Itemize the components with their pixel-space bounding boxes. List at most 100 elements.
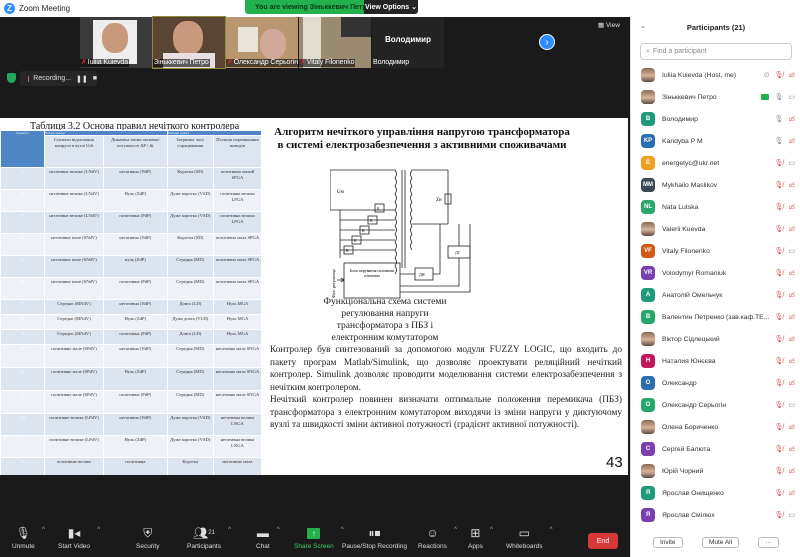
security-button[interactable]: ⛨ Security (136, 523, 159, 551)
table-row: 9 Середнє (MNdV) позитивна (PdP) Довга (LD)… (0, 329, 263, 346)
recording-indicator: Recording... ❚❚ ■ (20, 71, 97, 86)
mic-muted-icon[interactable]: 🎙︎̸ (774, 247, 783, 255)
table-row: 8 Середнє (MNdV) Нуль (ZdP) Дуже довга (VLD… (0, 314, 263, 331)
mic-muted-icon[interactable]: 🎙︎̸ (774, 401, 783, 409)
mic-muted-icon[interactable]: 🎙︎̸ (774, 71, 783, 79)
mic-muted-icon[interactable]: 🎙︎̸ (774, 181, 783, 189)
mic-muted-icon: ✗ (227, 59, 233, 66)
caret-up-icon[interactable]: ^ (454, 527, 457, 533)
participant-name: Сергей Балюта (662, 445, 711, 453)
invite-button[interactable]: Invite (653, 537, 683, 548)
participant-row[interactable]: А Анатолій Омельчук 🎙︎̸ ▭̸ (631, 284, 800, 306)
whiteboards-button[interactable]: ▭ Whiteboards ^ (506, 523, 553, 550)
caret-up-icon[interactable]: ^ (277, 527, 280, 533)
mic-muted-icon[interactable]: 🎙︎̸ (774, 489, 783, 497)
more-options-button[interactable]: ··· (758, 537, 779, 548)
mic-muted-icon[interactable]: 🎙︎̸ (774, 159, 783, 167)
participant-row[interactable]: MM Mykhailo Maslikov 🎙︎̸ ▭̸ (631, 174, 800, 196)
header-cell: Позиція перемикання виводів (212, 135, 263, 169)
table-cell: позитивна мала SPGA (212, 255, 263, 279)
caret-up-icon[interactable]: ^ (97, 527, 100, 533)
participant-row[interactable]: О Олександр Серьогін 🎙︎̸ ▭ (631, 394, 800, 416)
video-tile[interactable]: ✗Олександр Серьогін (226, 17, 299, 68)
chat-button[interactable]: ▬ Chat ^ (256, 523, 280, 550)
end-meeting-button[interactable]: End (588, 533, 618, 549)
mic-muted-icon[interactable]: 🎙︎̸ (774, 313, 783, 321)
participant-row[interactable]: VR Volodymyr Romaniuk 🎙︎̸ ▭̸ (631, 262, 800, 284)
video-icon: ▭ (788, 512, 795, 519)
participant-row[interactable]: В Володимир 🎙︎ ▭̸ (631, 108, 800, 130)
participant-row[interactable]: Н Наталия Юнєєва 🎙︎̸ ▭̸ (631, 350, 800, 372)
start-video-button[interactable]: ▮◂ Start Video ^ (58, 523, 100, 550)
mute-all-button[interactable]: Mute All (701, 537, 740, 548)
table-cell: позитивна (PdP) (103, 329, 168, 346)
participant-row[interactable]: Зіньккевич Петро 🎙︎ ▭ (631, 86, 800, 108)
video-tile[interactable]: ✗Vitaly Filonenko (299, 17, 371, 68)
table-cell: Нуль MGA (212, 299, 263, 316)
mic-muted-icon[interactable]: 🎙︎̸ (774, 379, 783, 387)
avatar: В (641, 310, 655, 324)
participant-row[interactable]: В Валентин Петренко (зав.каф.ТЕ... 🎙︎̸ ▭̸ (631, 306, 800, 328)
participant-row[interactable]: О Олександр 🎙︎̸ ▭̸ (631, 372, 800, 394)
mic-icon[interactable]: 🎙︎ (774, 93, 783, 101)
participant-row[interactable]: VF Vitaly Filonenko 🎙︎̸ ▭ (631, 240, 800, 262)
table-cell: негативне мале (SNdV) (43, 277, 105, 301)
grid-icon: ▦ (598, 22, 606, 29)
video-tile[interactable]: Володимир Володимир (372, 17, 444, 68)
caret-up-icon[interactable]: ^ (550, 527, 553, 533)
view-options-button[interactable]: View Options ⌄ (364, 0, 418, 14)
whiteboard-icon: ▭ (518, 526, 530, 540)
video-off-icon: ▭̸ (788, 292, 795, 299)
ds-label: ДС (455, 250, 461, 255)
video-tile[interactable]: Зіньккевич Петро (152, 16, 226, 69)
table-cell: 7 (0, 299, 45, 316)
table-cell: Середня (MD) (166, 277, 214, 301)
mic-muted-icon[interactable]: 🎙︎̸ (774, 423, 783, 431)
avatar: VR (641, 266, 655, 280)
pause-recording-icon[interactable]: ❚❚ (76, 75, 88, 83)
participant-row[interactable]: Я Ярослав Смілюх 🎙︎̸ ▭ (631, 504, 800, 526)
participant-row[interactable]: NL Nata Lutska 🎙︎̸ ▭̸ (631, 196, 800, 218)
mic-muted-icon[interactable]: 🎙︎̸ (774, 291, 783, 299)
reactions-button[interactable]: ☺ Reactions ^ (418, 523, 457, 550)
mic-muted-icon[interactable]: 🎙︎̸ (774, 203, 783, 211)
mic-muted-icon[interactable]: 🎙︎̸ (774, 445, 783, 453)
caret-up-icon[interactable]: ^ (228, 527, 231, 533)
mic-muted-icon[interactable]: 🎙︎̸ (774, 357, 783, 365)
participant-row[interactable]: Юрій Чорний 🎙︎̸ ▭̸ (631, 460, 800, 482)
participant-row[interactable]: Олена Бориченко 🎙︎̸ ▭̸ (631, 416, 800, 438)
mic-muted-icon[interactable]: 🎙︎̸ (774, 335, 783, 343)
table-cell: негативне велике (LNdV) (43, 167, 105, 191)
table-row: 15 позитивне велике позитивна Коротка негати… (0, 457, 263, 475)
view-button[interactable]: ▦ View (598, 21, 620, 29)
pause-stop-recording-button[interactable]: ⏸⏹ Pause/Stop Recording (342, 523, 407, 551)
unmute-button[interactable]: 🎙︎ Unmute ^ (12, 523, 45, 550)
caret-up-icon[interactable]: ^ (42, 527, 45, 533)
mic-muted-icon[interactable]: 🎙︎̸ (774, 511, 783, 519)
next-page-button[interactable]: › (539, 34, 555, 50)
participant-row[interactable]: Iuliia Kuievda (Host, me) ⊙ 🎙︎̸ ▭̸ (631, 64, 800, 86)
apps-button[interactable]: ⊞ Apps ^ (468, 523, 493, 550)
mic-icon[interactable]: 🎙︎ (774, 137, 783, 145)
avatar: А (641, 288, 655, 302)
participant-row[interactable]: Valerii Kuevda 🎙︎̸ ▭̸ (631, 218, 800, 240)
table-cell: Середня (MD) (166, 255, 214, 279)
participant-row[interactable]: Я Ярослав Онищенко 🎙︎̸ ▭̸ (631, 482, 800, 504)
shield-icon: ⛨ (143, 525, 153, 540)
participant-row[interactable]: KP Kandyba P M 🎙︎ ▭̸ (631, 130, 800, 152)
video-tile[interactable]: ✗Iuliia Kuievda (80, 17, 152, 68)
mic-muted-icon[interactable]: 🎙︎̸ (774, 269, 783, 277)
participant-row[interactable]: С Сергей Балюта 🎙︎̸ ▭̸ (631, 438, 800, 460)
participant-row[interactable]: Віктор Сідлецький 🎙︎̸ ▭̸ (631, 328, 800, 350)
stop-recording-icon[interactable]: ■ (93, 75, 97, 82)
participant-search-input[interactable]: ⌕ Find a participant (640, 43, 792, 60)
table-cell: 15 (0, 457, 45, 475)
mic-muted-icon[interactable]: 🎙︎̸ (774, 225, 783, 233)
participants-button[interactable]: 👥︎ 21 Participants ^ (187, 523, 231, 550)
mic-muted-icon[interactable]: 🎙︎̸ (774, 467, 783, 475)
caret-up-icon[interactable]: ^ (490, 527, 493, 533)
table-cell: негативна велика LNGA (212, 435, 263, 459)
mic-icon[interactable]: 🎙︎ (774, 115, 783, 123)
participant-row[interactable]: Eenergetyc@ukr.net 🎙︎̸ ▭ (631, 152, 800, 174)
share-screen-button[interactable]: ↑ Share Screen ^ (294, 523, 344, 550)
